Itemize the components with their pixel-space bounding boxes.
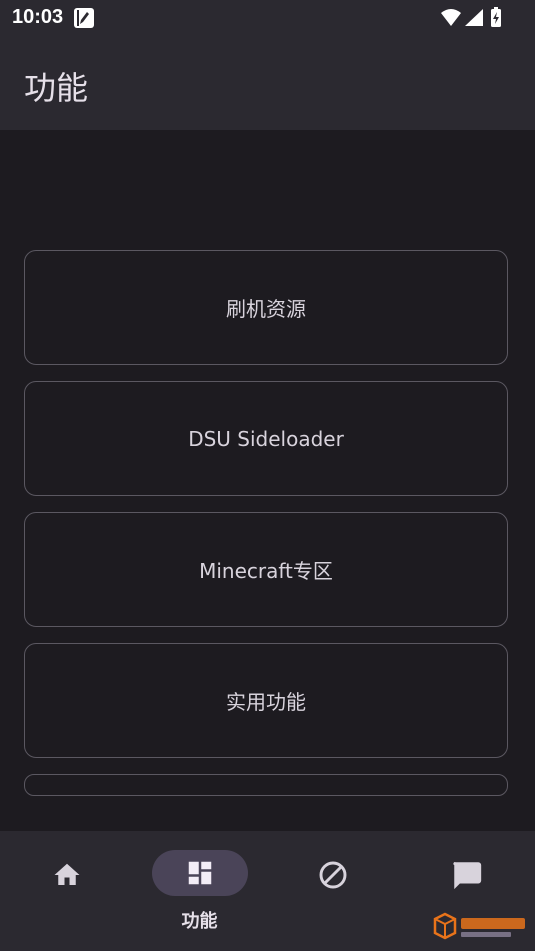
nav-item-block[interactable] (266, 831, 399, 951)
feature-list[interactable]: 刷机资源 DSU Sideloader Minecraft专区 实用功能 (0, 130, 535, 831)
battery-icon (491, 7, 501, 27)
card-label: 刷机资源 (226, 297, 306, 321)
notes-app-icon (74, 8, 94, 28)
nav-label-features: 功能 (181, 911, 218, 932)
signal-icon (465, 9, 483, 26)
card-dsu-sideloader[interactable]: DSU Sideloader (24, 381, 508, 496)
dashboard-icon (188, 861, 212, 885)
page-title: 功能 (24, 69, 89, 107)
bottom-navigation: 功能 (0, 831, 535, 951)
card-partial[interactable] (24, 774, 508, 796)
status-bar: 10:03 (0, 0, 535, 36)
wifi-icon (441, 9, 461, 26)
card-utilities[interactable]: 实用功能 (24, 643, 508, 758)
block-icon (319, 861, 346, 889)
watermark-logo (433, 912, 525, 940)
card-label: DSU Sideloader (188, 426, 344, 451)
card-label: Minecraft专区 (199, 559, 333, 583)
chat-icon (452, 862, 481, 890)
status-icons (441, 7, 501, 27)
card-minecraft-zone[interactable]: Minecraft专区 (24, 512, 508, 627)
nav-item-features[interactable]: 功能 (133, 831, 266, 951)
card-label: 实用功能 (226, 690, 306, 714)
home-icon (54, 863, 79, 885)
nav-selected-indicator (152, 850, 248, 896)
nav-item-home[interactable] (0, 831, 133, 951)
card-flash-resources[interactable]: 刷机资源 (24, 250, 508, 365)
status-time: 10:03 (12, 6, 64, 28)
top-app-bar: 功能 (0, 36, 535, 130)
